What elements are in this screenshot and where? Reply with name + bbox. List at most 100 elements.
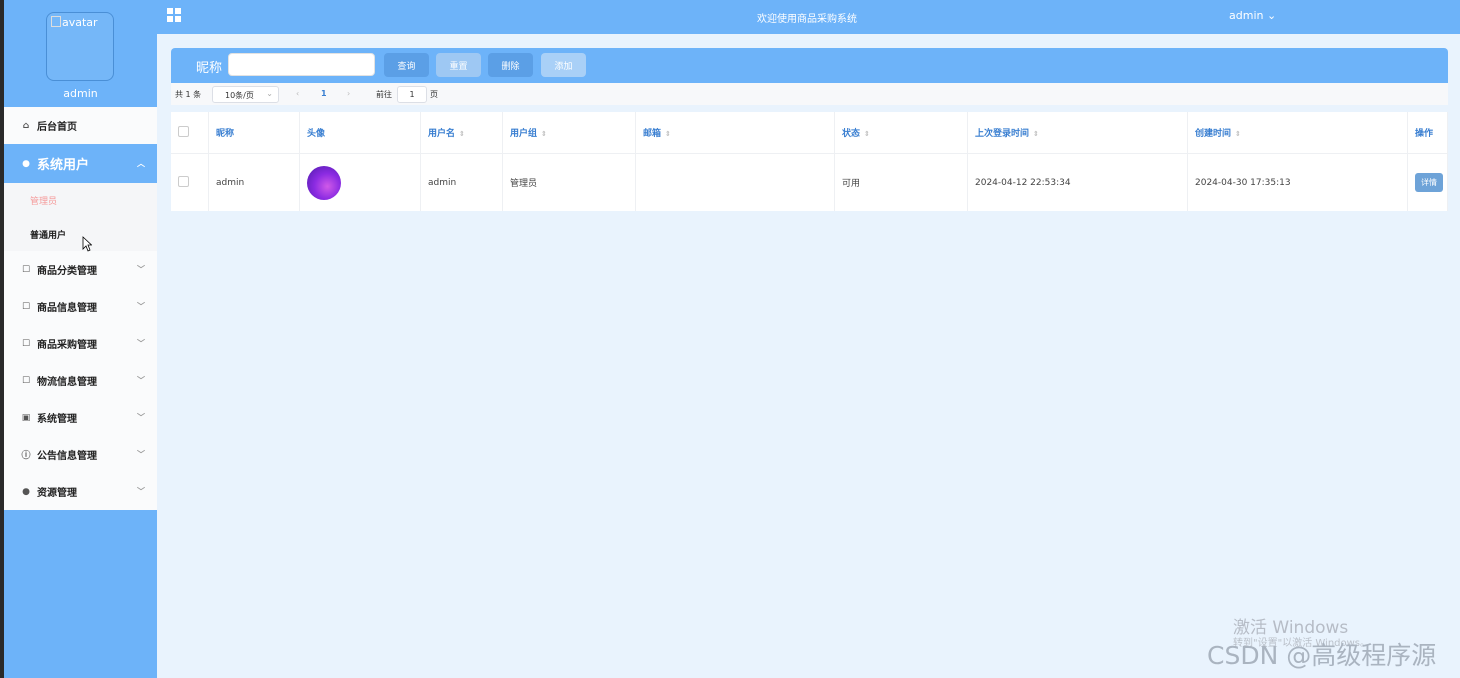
- col-label: 昵称: [216, 129, 235, 139]
- col-actions: 操作: [1407, 112, 1448, 154]
- edit-icon: ☐: [21, 375, 31, 386]
- sidebar-item-system-users[interactable]: ● 系统用户 ︿: [4, 144, 157, 183]
- sidebar-item-home[interactable]: ⌂ 后台首页: [4, 107, 157, 144]
- edit-icon: ☐: [21, 264, 31, 275]
- col-label: 邮箱: [643, 129, 662, 139]
- page-size-value: 10条/页: [225, 91, 254, 100]
- chevron-down-icon: ﹀: [137, 302, 145, 311]
- edit-icon: ☐: [21, 338, 31, 349]
- col-label: 操作: [1415, 129, 1434, 139]
- sort-icon[interactable]: ⇕: [864, 130, 870, 138]
- row-select-cell: [171, 153, 209, 211]
- sidebar-item-label: 系统管理: [37, 414, 77, 425]
- top-header: 欢迎使用商品采购系统 admin ⌄: [157, 0, 1460, 34]
- sidebar-item-label: 商品分类管理: [37, 266, 97, 277]
- cell-email: [635, 153, 835, 211]
- sidebar-item-purchase[interactable]: ☐ 商品采购管理 ﹀: [4, 325, 157, 362]
- info-icon: ⓘ: [21, 451, 31, 461]
- chevron-down-icon: ﹀: [137, 487, 145, 496]
- sidebar-menu: ⌂ 后台首页 ● 系统用户 ︿ 管理员 普通用户 ☐ 商品分类管理 ﹀ ☐ 商品…: [4, 107, 157, 510]
- col-username[interactable]: 用户名 ⇕: [420, 112, 503, 154]
- sidebar-username: admin: [63, 87, 98, 100]
- sidebar-item-label: 商品信息管理: [37, 303, 97, 314]
- nickname-label: 昵称: [196, 61, 223, 76]
- sidebar-item-label: 物流信息管理: [37, 377, 97, 388]
- user-avatar-image: [307, 165, 341, 200]
- total-count: 共 1 条: [175, 90, 202, 99]
- select-all-header: [171, 112, 209, 154]
- chevron-down-icon: ﹀: [137, 376, 145, 385]
- col-label: 创建时间: [1195, 129, 1232, 139]
- app-title: 欢迎使用商品采购系统: [757, 14, 857, 25]
- sort-icon[interactable]: ⇕: [1033, 130, 1039, 138]
- prev-page-icon[interactable]: ‹: [296, 89, 299, 98]
- table-row: admin admin 管理员 可用 2024-04-12 22:53:34 2…: [171, 153, 1448, 211]
- sidebar-item-label: 系统用户: [37, 158, 90, 173]
- page-suffix: 页: [430, 90, 438, 99]
- col-label: 上次登录时间: [975, 129, 1030, 139]
- current-page[interactable]: 1: [321, 89, 327, 98]
- cell-nickname: admin: [208, 153, 300, 211]
- home-icon: ⌂: [22, 120, 30, 131]
- chevron-down-icon: ⌄: [266, 89, 273, 98]
- col-created[interactable]: 创建时间 ⇕: [1187, 112, 1408, 154]
- row-checkbox[interactable]: [178, 175, 189, 187]
- pagination: 共 1 条 10条/页 ⌄ ‹ 1 › 前往 1 页: [171, 83, 1448, 105]
- cell-status: 可用: [834, 153, 968, 211]
- goto-label: 前往: [376, 90, 392, 99]
- chevron-down-icon: ﹀: [137, 265, 145, 274]
- menu-toggle-icon[interactable]: [167, 8, 181, 22]
- cell-username: admin: [420, 153, 503, 211]
- sidebar-item-system[interactable]: ▣ 系统管理 ﹀: [4, 399, 157, 436]
- add-button[interactable]: 添加: [541, 53, 586, 77]
- sort-icon[interactable]: ⇕: [459, 130, 465, 138]
- col-email[interactable]: 邮箱 ⇕: [635, 112, 835, 154]
- location-icon: ●: [22, 486, 30, 497]
- cell-actions: 详情: [1407, 153, 1448, 211]
- page-size-select[interactable]: 10条/页 ⌄: [212, 86, 279, 103]
- chevron-down-icon: ﹀: [137, 413, 145, 422]
- sidebar-subitem-normal-user[interactable]: 普通用户: [4, 217, 157, 251]
- table-header-row: 昵称 头像 用户名 ⇕ 用户组 ⇕ 邮箱 ⇕ 状态 ⇕ 上次登录时间 ⇕ 创建时间 ⇕ 操作: [171, 112, 1448, 154]
- cell-usergroup: 管理员: [502, 153, 636, 211]
- users-table: 昵称 头像 用户名 ⇕ 用户组 ⇕ 邮箱 ⇕ 状态 ⇕ 上次登录时间 ⇕ 创建时间 ⇕ 操作…: [171, 112, 1448, 211]
- chevron-down-icon: ﹀: [137, 339, 145, 348]
- col-nickname[interactable]: 昵称: [208, 112, 300, 154]
- chevron-down-icon: ﹀: [137, 450, 145, 459]
- sidebar-item-label: 公告信息管理: [37, 451, 97, 462]
- next-page-icon[interactable]: ›: [347, 89, 350, 98]
- sort-icon[interactable]: ⇕: [1235, 130, 1241, 138]
- col-label: 用户组: [510, 129, 538, 139]
- sidebar-avatar[interactable]: avatar: [46, 12, 114, 81]
- sidebar-item-product-info[interactable]: ☐ 商品信息管理 ﹀: [4, 288, 157, 325]
- col-last-login[interactable]: 上次登录时间 ⇕: [967, 112, 1188, 154]
- sidebar-item-logistics[interactable]: ☐ 物流信息管理 ﹀: [4, 362, 157, 399]
- avatar-alt-text: avatar: [51, 16, 98, 29]
- sidebar: avatar admin ⌂ 后台首页 ● 系统用户 ︿ 管理员 普通用户 ☐ …: [4, 0, 157, 678]
- chevron-up-icon: ︿: [137, 159, 145, 168]
- sidebar-item-category[interactable]: ☐ 商品分类管理 ﹀: [4, 251, 157, 288]
- sidebar-subitem-admin[interactable]: 管理员: [4, 183, 157, 217]
- col-label: 头像: [307, 129, 326, 139]
- col-usergroup[interactable]: 用户组 ⇕: [502, 112, 636, 154]
- user-dropdown[interactable]: admin ⌄: [1229, 9, 1276, 22]
- goto-page-input[interactable]: 1: [397, 86, 427, 103]
- col-label: 状态: [842, 129, 861, 139]
- detail-button[interactable]: 详情: [1415, 173, 1443, 192]
- query-button[interactable]: 查询: [384, 53, 429, 77]
- cell-last-login: 2024-04-12 22:53:34: [967, 153, 1188, 211]
- cell-avatar: [299, 153, 421, 211]
- col-status[interactable]: 状态 ⇕: [834, 112, 968, 154]
- sidebar-item-notice[interactable]: ⓘ 公告信息管理 ﹀: [4, 436, 157, 473]
- edit-icon: ☐: [21, 301, 31, 312]
- sidebar-item-label: 商品采购管理: [37, 340, 97, 351]
- select-all-checkbox[interactable]: [178, 125, 189, 137]
- delete-button[interactable]: 删除: [488, 53, 533, 77]
- search-bar: 昵称 查询 重置 删除 添加: [171, 48, 1448, 83]
- sidebar-item-resource[interactable]: ● 资源管理 ﹀: [4, 473, 157, 510]
- nickname-search-input[interactable]: [228, 53, 375, 76]
- sort-icon[interactable]: ⇕: [541, 130, 547, 138]
- reset-button[interactable]: 重置: [436, 53, 481, 77]
- sort-icon[interactable]: ⇕: [665, 130, 671, 138]
- col-avatar: 头像: [299, 112, 421, 154]
